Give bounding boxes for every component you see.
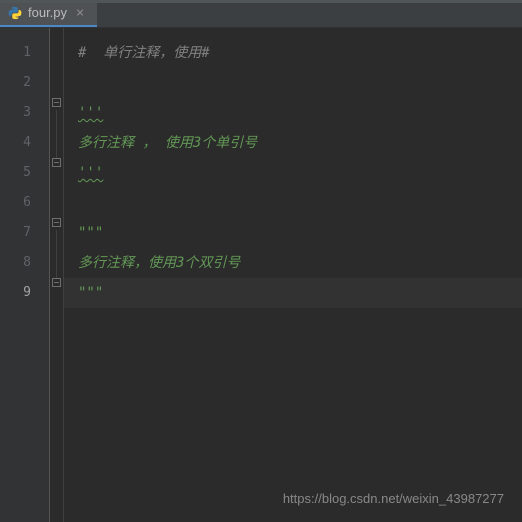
docstring-text: ''' xyxy=(78,105,103,121)
code-line[interactable] xyxy=(78,68,522,98)
code-line[interactable]: 多行注释 ， 使用3个单引号 xyxy=(78,128,522,158)
code-line[interactable]: 多行注释，使用3个双引号 xyxy=(78,248,522,278)
line-number[interactable]: 5 xyxy=(0,158,49,188)
fold-marker-icon[interactable] xyxy=(52,158,61,167)
docstring-text: 多行注释，使用3个双引号 xyxy=(78,255,240,271)
python-icon xyxy=(8,6,22,20)
line-number[interactable]: 1 xyxy=(0,38,49,68)
editor: 1 2 3 4 5 6 7 8 9 # 单行注释，使用# ''' 多行注释 ， … xyxy=(0,28,522,522)
line-number[interactable]: 4 xyxy=(0,128,49,158)
code-line[interactable]: """ xyxy=(78,218,522,248)
code-line[interactable] xyxy=(78,188,522,218)
line-number-gutter: 1 2 3 4 5 6 7 8 9 xyxy=(0,28,50,522)
line-number[interactable]: 9 xyxy=(0,278,49,308)
fold-line xyxy=(56,110,57,158)
docstring-text: """ xyxy=(78,285,103,301)
close-icon[interactable]: × xyxy=(73,6,87,20)
fold-line xyxy=(56,230,57,278)
line-number[interactable]: 6 xyxy=(0,188,49,218)
code-line[interactable]: # 单行注释，使用# xyxy=(78,38,522,68)
fold-marker-icon[interactable] xyxy=(52,98,61,107)
line-number[interactable]: 7 xyxy=(0,218,49,248)
line-number[interactable]: 2 xyxy=(0,68,49,98)
line-number[interactable]: 3 xyxy=(0,98,49,128)
code-line[interactable]: """ xyxy=(78,278,522,308)
docstring-text: """ xyxy=(78,225,103,241)
fold-column xyxy=(50,28,64,522)
fold-marker-icon[interactable] xyxy=(52,278,61,287)
file-tab[interactable]: four.py × xyxy=(0,0,97,27)
docstring-text: ''' xyxy=(78,165,103,181)
line-number[interactable]: 8 xyxy=(0,248,49,278)
window-top-border xyxy=(0,0,522,3)
fold-marker-icon[interactable] xyxy=(52,218,61,227)
tab-filename: four.py xyxy=(28,5,67,20)
watermark-text: https://blog.csdn.net/weixin_43987277 xyxy=(283,491,504,506)
code-line[interactable]: ''' xyxy=(78,98,522,128)
code-line[interactable]: ''' xyxy=(78,158,522,188)
code-area[interactable]: # 单行注释，使用# ''' 多行注释 ， 使用3个单引号 ''' """ 多行… xyxy=(64,28,522,522)
tab-bar: four.py × xyxy=(0,0,522,28)
comment-text: # 单行注释，使用# xyxy=(78,45,210,61)
docstring-text: 多行注释 ， 使用3个单引号 xyxy=(78,135,257,151)
